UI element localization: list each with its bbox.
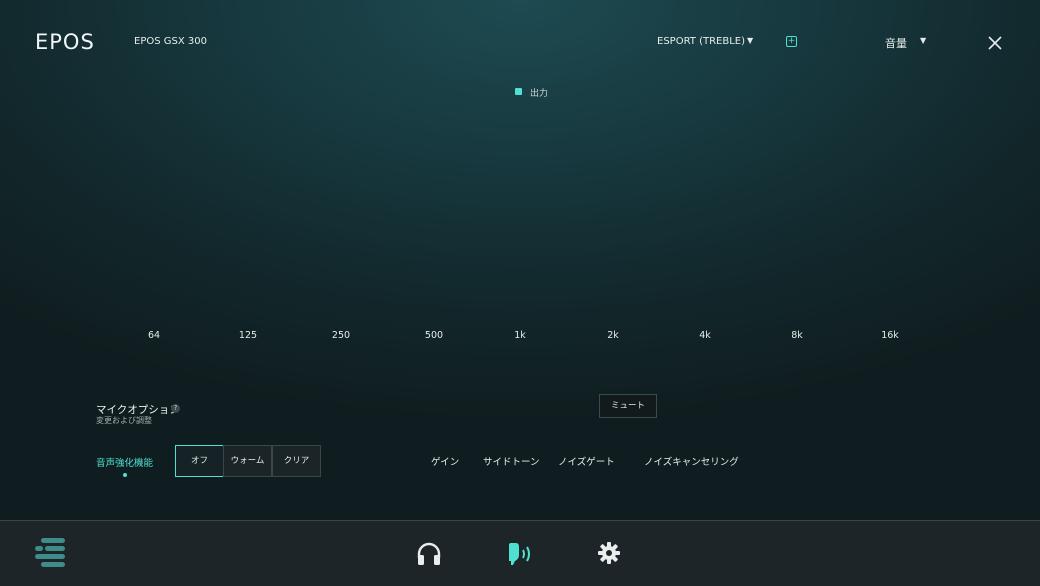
epos-logo: EPOS	[35, 30, 95, 54]
close-icon[interactable]	[985, 33, 1005, 53]
microphone-icon[interactable]	[506, 541, 534, 567]
device-name: EPOS GSX 300	[134, 36, 207, 47]
enhancement-warm-button[interactable]: ウォーム	[223, 445, 272, 477]
tab-gain[interactable]: ゲイン	[431, 454, 459, 468]
tab-noise-cancelling[interactable]: ノイズキャンセリング	[644, 454, 739, 468]
eq-freq-label: 2k	[607, 330, 619, 341]
chevron-down-icon[interactable]: ▼	[747, 36, 753, 45]
tab-noise-gate[interactable]: ノイズゲート	[558, 454, 615, 468]
enhancement-clear-button[interactable]: クリア	[272, 445, 321, 477]
mic-options-subtitle: 変更および調整	[96, 416, 152, 425]
legend-label: 出力	[530, 89, 549, 99]
settings-gear-icon[interactable]	[597, 541, 621, 565]
eq-freq-label: 500	[424, 330, 444, 341]
tab-sidetone[interactable]: サイドトーン	[483, 454, 540, 468]
eq-freq-label: 250	[331, 330, 351, 341]
chevron-down-icon[interactable]: ▼	[920, 36, 926, 45]
headphones-icon[interactable]	[416, 542, 442, 566]
add-preset-icon[interactable]: +	[786, 36, 797, 47]
enhancement-off-button[interactable]: オフ	[175, 445, 224, 477]
help-icon[interactable]: ?	[171, 404, 180, 413]
active-tab-indicator	[123, 473, 127, 477]
mute-button[interactable]: ミュート	[599, 394, 657, 418]
menu-icon[interactable]	[33, 536, 67, 570]
bottom-navigation	[0, 520, 1040, 586]
eq-freq-label: 64	[147, 330, 161, 341]
voice-enhancement-tab[interactable]: 音声強化機能	[96, 455, 153, 469]
legend-swatch	[515, 88, 522, 95]
eq-freq-label: 1k	[514, 330, 526, 341]
eq-freq-label: 125	[238, 330, 258, 341]
preset-dropdown[interactable]: ESPORT (TREBLE)	[657, 36, 745, 47]
mode-dropdown[interactable]: 音量	[885, 35, 907, 51]
eq-freq-label: 16k	[881, 330, 899, 341]
eq-freq-label: 8k	[791, 330, 803, 341]
eq-freq-label: 4k	[699, 330, 711, 341]
